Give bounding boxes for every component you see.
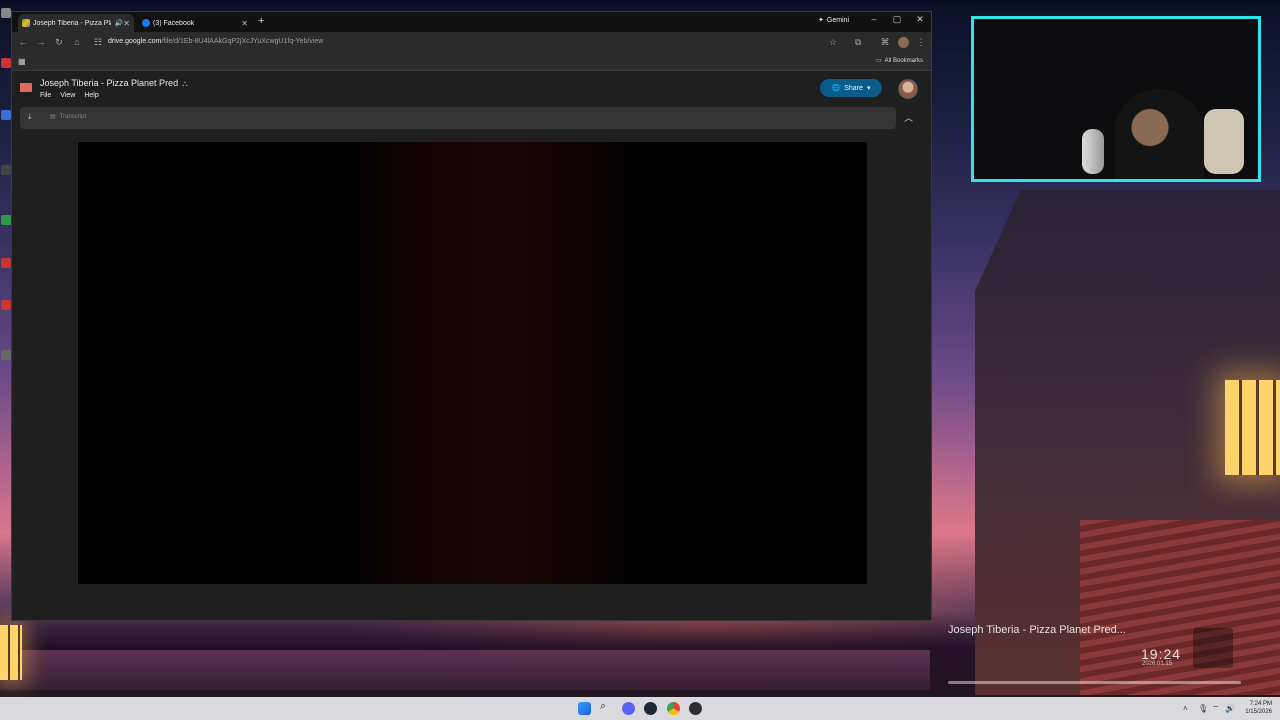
steam-icon[interactable] — [644, 702, 657, 715]
shared-drive-icon: ⛬ — [182, 79, 188, 88]
transcript-label: Transcript — [59, 113, 87, 120]
close-tab-icon[interactable]: ✕ — [241, 19, 248, 28]
bookmark-star-icon[interactable]: ☆ — [827, 37, 839, 48]
close-tab-icon[interactable]: ✕ — [123, 19, 130, 28]
close-window-button[interactable]: ✕ — [910, 14, 930, 25]
wallpaper-lake — [0, 650, 930, 690]
wallpaper-roof — [1080, 520, 1280, 695]
wallpaper-lit-window — [1225, 380, 1280, 475]
taskbar: ⌕ ˄ 🎙 ⌔ 🔊 7:24 PM 1/15/2026 — [0, 697, 1280, 720]
minimize-button[interactable]: – — [864, 14, 884, 24]
chrome-icon[interactable] — [667, 702, 680, 715]
document-title: Joseph Tiberia - Pizza Planet Pred ⛬ — [40, 78, 188, 89]
discord-icon[interactable] — [622, 702, 635, 715]
share-button[interactable]: 🌐 Share ▾ — [820, 79, 882, 97]
cast-icon[interactable]: ⧉ — [852, 37, 864, 48]
wallpaper-lit-window-left — [0, 625, 22, 680]
url-host: drive.google.com — [108, 38, 162, 45]
menu-help[interactable]: Help — [84, 92, 98, 99]
folder-icon: ▭ — [875, 58, 882, 64]
reload-icon[interactable]: ↻ — [53, 37, 65, 48]
mic-icon[interactable]: 🎙 — [1198, 704, 1208, 713]
menu-kebab-icon[interactable]: ⋮ — [915, 37, 927, 48]
desktop-icon[interactable] — [1, 58, 11, 68]
taskbar-date: 1/15/2026 — [1245, 709, 1272, 715]
extensions-icon[interactable]: ⌘ — [879, 37, 891, 48]
taskbar-time: 7:24 PM — [1249, 701, 1272, 707]
obs-icon[interactable] — [689, 702, 702, 715]
google-drive-icon — [22, 19, 30, 27]
taskbar-clock[interactable]: 7:24 PM 1/15/2026 — [1238, 700, 1272, 716]
maximize-button[interactable]: ▢ — [887, 14, 907, 25]
desktop-icon[interactable] — [1, 300, 11, 310]
dropdown-arrow-icon[interactable]: ▾ — [867, 84, 871, 92]
tab-label: (3) Facebook — [153, 19, 195, 27]
collapse-chevron-icon[interactable]: ︿ — [904, 111, 913, 124]
apps-grid-icon[interactable]: ▦ — [18, 57, 26, 66]
tab-label: Joseph Tiberia - Pizza Plane — [33, 19, 111, 27]
streamer — [1114, 89, 1204, 179]
all-bookmarks-label: All Bookmarks — [884, 57, 923, 64]
globe-icon: 🌐 — [831, 85, 841, 92]
windows-start-icon[interactable] — [578, 702, 591, 715]
gemini-icon: ✦ — [818, 17, 824, 24]
tray-overflow-icon[interactable]: ˄ — [1183, 704, 1188, 713]
widget-clock-time: 19:24 — [1141, 646, 1182, 662]
desktop-icon[interactable] — [1, 215, 11, 225]
desktop-icon[interactable] — [1, 110, 11, 120]
desktop-icon[interactable] — [1, 350, 11, 360]
transcript-icon: ▤ — [50, 114, 56, 120]
desktop-icon[interactable] — [1, 165, 11, 175]
speaker-icon[interactable]: 🔊 — [115, 19, 124, 27]
menu-view[interactable]: View — [60, 92, 75, 99]
gemini-label: Gemini — [826, 16, 850, 24]
site-info-icon[interactable]: ☷ — [92, 37, 104, 48]
home-icon[interactable]: ⌂ — [71, 37, 83, 47]
back-icon[interactable]: ← — [17, 37, 29, 47]
wifi-icon[interactable]: ⌔ — [1212, 704, 1220, 714]
profile-avatar[interactable] — [898, 37, 909, 48]
desktop-icon[interactable] — [1, 8, 11, 18]
new-tab-button[interactable]: + — [258, 15, 264, 27]
video-player[interactable] — [78, 142, 867, 584]
account-avatar[interactable] — [898, 79, 918, 99]
webcam-overlay — [971, 16, 1261, 182]
document-title-text: Joseph Tiberia - Pizza Planet Pred — [40, 78, 179, 88]
microphone — [1082, 129, 1104, 174]
menu-file[interactable]: File — [40, 92, 51, 99]
forward-icon[interactable]: → — [35, 37, 47, 47]
chair-pillow — [1204, 109, 1244, 174]
desktop-icon[interactable] — [1, 258, 11, 268]
share-label: Share — [844, 84, 863, 92]
search-icon[interactable]: ⌕ — [600, 700, 613, 713]
url-path: /file/d/1Eb-8U4lAAkGqP2jXcJYuXcwgU1fq-Ye… — [161, 38, 324, 45]
tab-facebook[interactable]: (3) Facebook ✕ — [138, 14, 252, 32]
facebook-icon — [142, 19, 150, 27]
album-art — [1193, 628, 1233, 668]
drive-header: Joseph Tiberia - Pizza Planet Pred ⛬ File… — [12, 71, 931, 107]
bookmarks-bar: ▦ ▭ All Bookmarks — [12, 54, 931, 71]
all-bookmarks-button[interactable]: ▭ All Bookmarks — [875, 57, 923, 65]
widget-clock-date: 2026.01.15 — [1142, 661, 1173, 667]
video-file-icon — [20, 83, 32, 92]
drive-menubar: File View Help — [40, 92, 99, 99]
download-icon[interactable]: ⤓ — [28, 112, 32, 122]
transcript-button[interactable]: ▤ Transcript — [50, 113, 87, 121]
browser-window: Joseph Tiberia - Pizza Plane 🔊 ✕ (3) Fac… — [11, 11, 932, 621]
address-bar[interactable]: drive.google.com/file/d/1Eb-8U4lAAkGqP2j… — [108, 38, 323, 45]
volume-icon[interactable]: 🔊 — [1225, 704, 1235, 713]
tab-strip: Joseph Tiberia - Pizza Plane 🔊 ✕ (3) Fac… — [12, 12, 931, 32]
tab-drive[interactable]: Joseph Tiberia - Pizza Plane 🔊 ✕ — [18, 14, 134, 32]
now-playing-title: Joseph Tiberia - Pizza Planet Pred... — [948, 624, 1126, 636]
viewer-toolbar: ⤓ ▤ Transcript — [20, 107, 896, 129]
browser-toolbar: ← → ↻ ⌂ ☷ drive.google.com/file/d/1Eb-8U… — [12, 32, 931, 54]
gemini-button[interactable]: ✦ Gemini — [818, 16, 850, 25]
audio-visualizer — [948, 681, 1241, 684]
